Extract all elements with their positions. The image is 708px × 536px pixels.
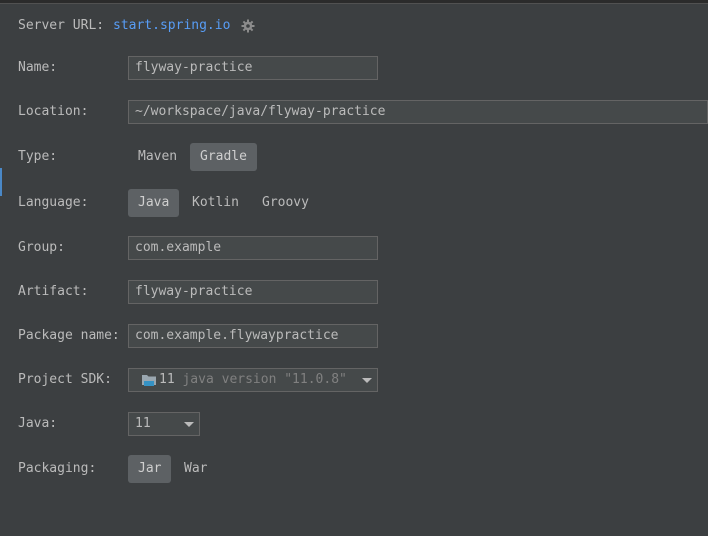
packaging-label: Packaging: xyxy=(18,461,97,476)
artifact-field[interactable]: flyway-practice xyxy=(128,280,378,304)
project-sdk-value: 11 xyxy=(159,372,175,387)
left-focus-accent xyxy=(0,168,2,196)
type-option-maven[interactable]: Maven xyxy=(128,143,187,171)
language-option-kotlin[interactable]: Kotlin xyxy=(182,189,249,217)
type-option-gradle[interactable]: Gradle xyxy=(190,143,257,171)
package-name-field[interactable]: com.example.flywaypractice xyxy=(128,324,378,348)
package-name-label: Package name: xyxy=(18,328,120,343)
packaging-option-war[interactable]: War xyxy=(174,455,217,483)
name-field[interactable]: flyway-practice xyxy=(128,56,378,80)
location-field[interactable]: ~/workspace/java/flyway-practice xyxy=(128,100,708,124)
java-version-value: 11 xyxy=(135,416,151,431)
location-label: Location: xyxy=(18,104,89,119)
language-option-groovy[interactable]: Groovy xyxy=(252,189,319,217)
chevron-down-icon xyxy=(362,378,372,383)
language-label: Language: xyxy=(18,195,89,210)
artifact-label: Artifact: xyxy=(18,284,89,299)
java-version-combo[interactable]: 11 xyxy=(128,412,200,436)
server-url-link[interactable]: start.spring.io xyxy=(113,18,230,33)
group-label: Group: xyxy=(18,240,65,255)
gear-icon[interactable] xyxy=(240,18,256,34)
folder-icon xyxy=(141,373,157,387)
packaging-option-jar[interactable]: Jar xyxy=(128,455,172,483)
chevron-down-icon xyxy=(184,422,194,427)
java-label: Java: xyxy=(18,416,58,431)
window-top-border xyxy=(0,0,708,4)
project-sdk-combo[interactable]: 11 java version "11.0.8" xyxy=(128,368,378,392)
group-field[interactable]: com.example xyxy=(128,236,378,260)
project-sdk-version: java version "11.0.8" xyxy=(182,372,347,387)
language-option-java[interactable]: Java xyxy=(128,189,180,217)
server-url-label: Server URL: xyxy=(18,18,105,33)
name-label: Name: xyxy=(18,60,58,75)
project-sdk-label: Project SDK: xyxy=(18,372,112,387)
type-label: Type: xyxy=(18,149,58,164)
